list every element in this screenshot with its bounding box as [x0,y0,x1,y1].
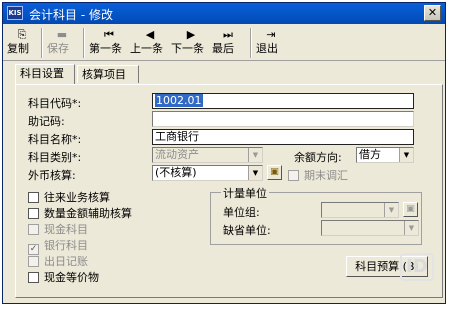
prev-record-label: 上一条 [130,42,163,55]
currency-lookup-button[interactable]: ▣ [267,165,282,180]
account-category-label: 科目类别*: [28,151,82,164]
save-icon: ▬ [56,28,68,41]
last-record-label: 最后 [212,42,234,55]
first-record-icon: ⏮ [104,28,114,41]
next-record-label: 下一条 [171,42,204,55]
balance-direction-select[interactable]: 借方 ▼ [356,147,414,163]
checkbox-daily-journal[interactable]: 出日记账 [28,253,88,269]
account-code-field[interactable]: 1002.01 [152,93,414,109]
checkbox-cash-equivalent[interactable]: 现金等价物 [28,269,99,285]
checkbox-label: 现金等价物 [44,271,99,284]
currency-accounting-label: 外币核算: [28,169,76,182]
account-code-value: 1002.01 [155,94,203,107]
default-unit-select[interactable]: ▼ [321,220,419,236]
checkbox-label: 出日记账 [44,255,88,268]
checkbox-box [28,272,39,283]
balance-direction-label: 余额方向: [294,151,342,164]
chevron-down-icon: ▼ [399,148,413,162]
account-name-label: 科目名称*: [28,133,82,146]
measurement-unit-legend: 计量单位 [221,185,269,201]
tab-account-settings[interactable]: 科目设置 [15,64,75,84]
default-unit-label: 缺省单位: [223,224,271,237]
lookup-icon: ▣ [406,204,415,214]
checkbox-cash-account[interactable]: 现金科目 [28,221,88,237]
checkbox-box [28,224,39,235]
unit-group-lookup-button[interactable]: ▣ [403,202,418,217]
checkbox-quantity-amount-accounting[interactable]: 数量金额辅助核算 [28,205,132,221]
kis-app-icon: KIS [7,6,23,20]
title-bar: KIS 会计科目 - 修改 ✕ [3,3,445,24]
checkbox-box [28,256,39,267]
exit-label: 退出 [256,42,278,55]
account-settings-panel: 科目代码*: 1002.01 助记码: 科目名称*: 工商银行 科目类别*: 流… [15,84,443,298]
copy-button[interactable]: ⎘ 复制 [7,27,37,59]
copy-icon: ⎘ [17,28,27,41]
next-record-icon: ▶ [186,28,196,41]
measurement-unit-group: 计量单位 单位组: ▼ ▣ 缺省单位: ▼ [210,185,422,245]
checkbox-box [28,208,39,219]
save-label: 保存 [47,42,69,55]
checkbox-label: 数量金额辅助核算 [44,207,132,220]
unit-group-select[interactable]: ▼ [321,202,399,218]
checkbox-label: 现金科目 [44,223,88,236]
last-record-button[interactable]: ⏭ 最后 [212,27,244,59]
account-code-label: 科目代码*: [28,97,82,110]
chevron-down-icon: ▼ [384,203,398,217]
mnemonic-code-field[interactable] [152,111,414,127]
unit-group-label: 单位组: [223,206,260,219]
currency-accounting-select[interactable]: (不核算) ▼ [152,165,263,181]
account-category-select[interactable]: 流动资产 ▼ [152,147,263,163]
window-title: 会计科目 - 修改 [29,8,113,22]
account-edit-window: KIS 会计科目 - 修改 ✕ ⎘ 复制 ▬ 保存 ⏮ 第一条 ◀ 上一条 ▶ … [2,2,446,304]
prev-record-button[interactable]: ◀ 上一条 [130,27,170,59]
save-button[interactable]: ▬ 保存 [47,27,77,59]
checkbox-box [28,192,39,203]
period-end-adjust-label: 期末调汇 [304,169,348,182]
tab-accounting-items[interactable]: 核算项目 [77,65,139,83]
exit-button[interactable]: ⇥ 退出 [256,27,286,59]
balance-direction-value: 借方 [359,148,381,161]
watermark-logo: ID [400,253,434,281]
currency-accounting-value: (不核算) [155,166,197,179]
exit-icon: ⇥ [266,28,276,41]
lookup-icon: ▣ [270,167,279,177]
checkbox-label: 往来业务核算 [44,191,110,204]
account-name-field[interactable]: 工商银行 [152,129,414,145]
chevron-down-icon: ▼ [248,166,262,180]
account-category-value: 流动资产 [155,148,199,161]
chevron-down-icon: ▼ [404,221,418,235]
checkbox-box [288,170,299,181]
chevron-down-icon: ▼ [248,148,262,162]
toolbar-separator [83,28,85,58]
first-record-button[interactable]: ⏮ 第一条 [89,27,129,59]
close-button[interactable]: ✕ [424,5,441,21]
next-record-button[interactable]: ▶ 下一条 [171,27,211,59]
first-record-label: 第一条 [89,42,122,55]
checkbox-label: 银行科目 [44,239,88,252]
copy-label: 复制 [7,42,29,55]
toolbar-separator [250,28,252,58]
period-end-adjust-checkbox[interactable]: 期末调汇 [288,167,348,183]
toolbar-separator [41,28,43,58]
toolbar: ⎘ 复制 ▬ 保存 ⏮ 第一条 ◀ 上一条 ▶ 下一条 ⏭ 最后 ⇥ 退出 [3,25,445,61]
prev-record-icon: ◀ [145,28,155,41]
last-record-icon: ⏭ [223,28,233,41]
mnemonic-code-label: 助记码: [28,115,65,128]
checkbox-transaction-accounting[interactable]: 往来业务核算 [28,189,110,205]
